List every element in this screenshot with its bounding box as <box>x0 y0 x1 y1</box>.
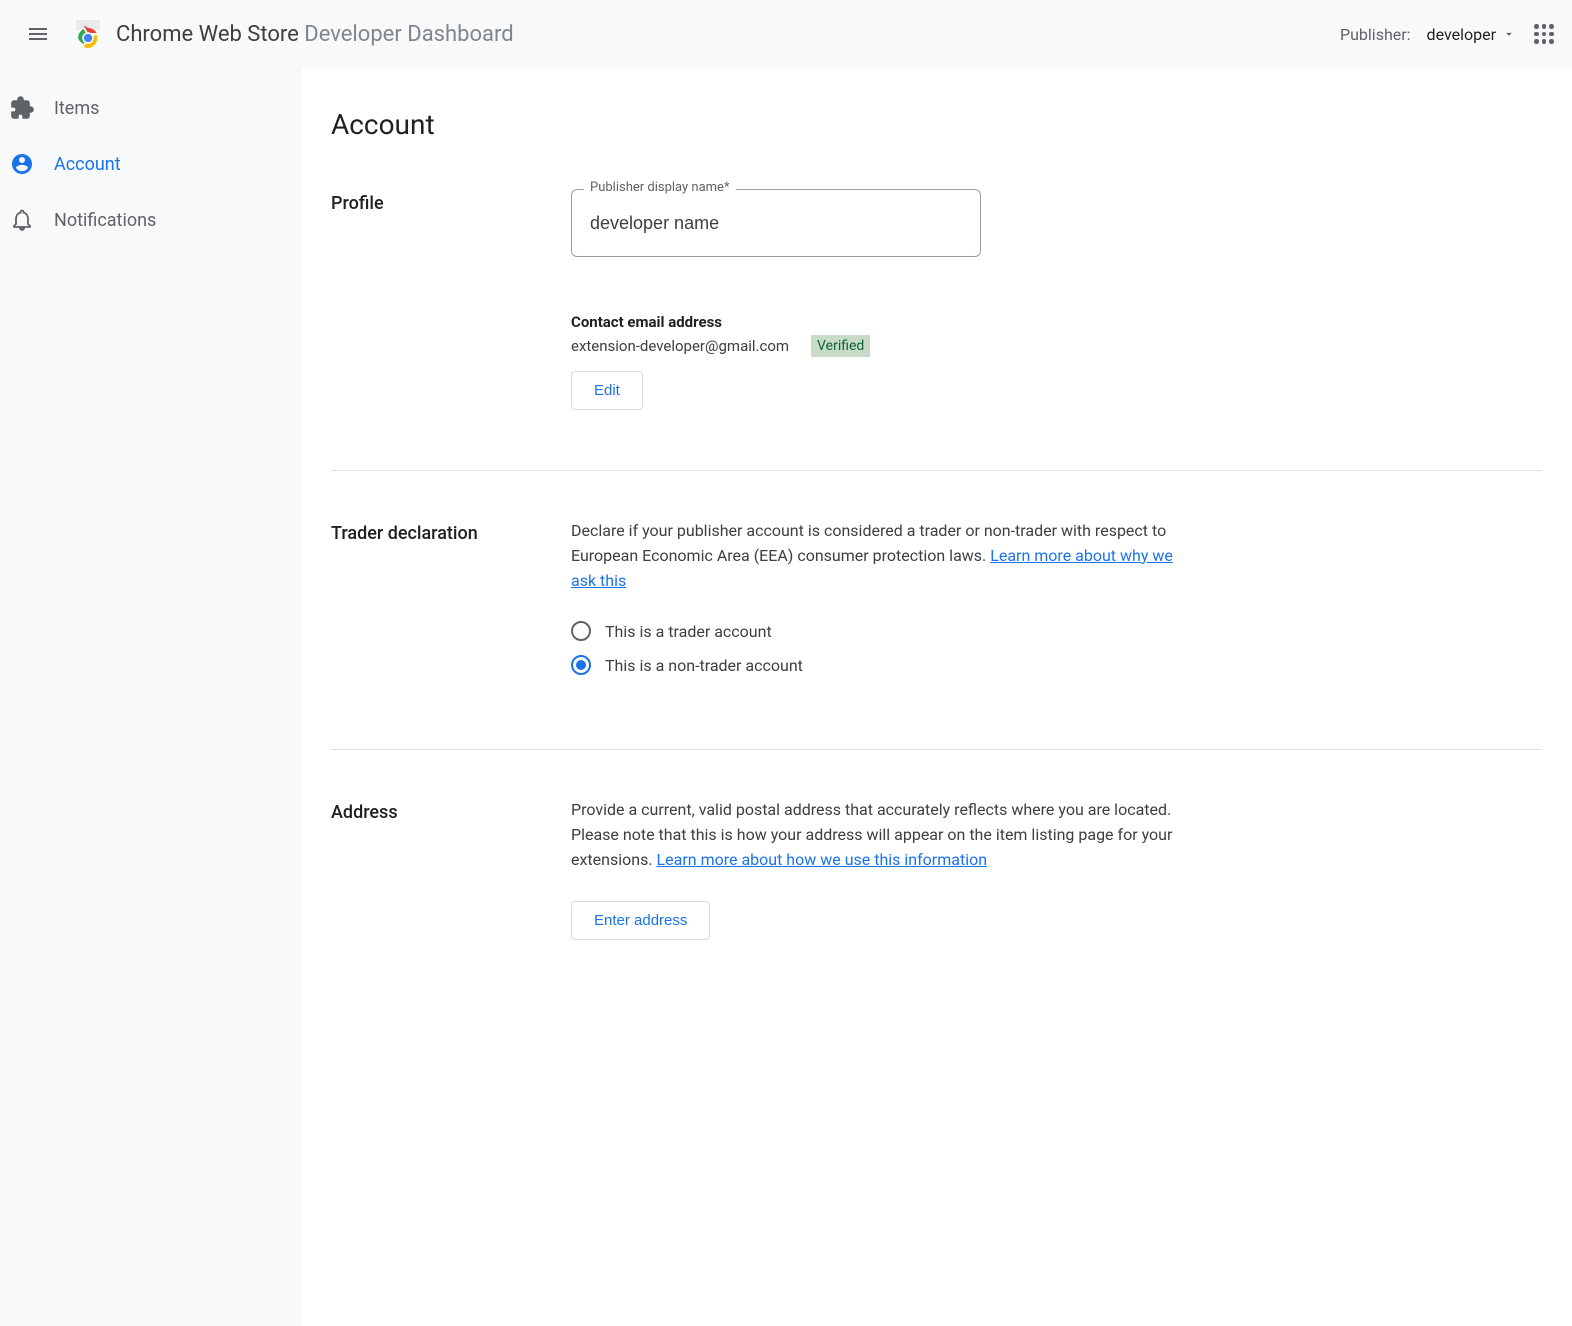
brand: Chrome Web Store Developer Dashboard <box>72 18 514 50</box>
sidebar-item-label: Account <box>54 154 121 175</box>
publisher-display-name-input[interactable] <box>590 213 962 234</box>
sidebar-item-notifications[interactable]: Notifications <box>0 192 300 248</box>
section-label-trader: Trader declaration <box>331 519 571 689</box>
publisher-label: Publisher: <box>1340 25 1411 44</box>
address-learn-more-link[interactable]: Learn more about how we use this informa… <box>657 850 988 869</box>
header-title-strong: Chrome Web Store <box>116 22 299 47</box>
main-content: Account Profile Publisher display name* … <box>300 68 1572 1326</box>
section-profile: Profile Publisher display name* Contact … <box>331 189 1542 471</box>
contact-email-value: extension-developer@gmail.com <box>571 337 789 355</box>
radio-label: This is a trader account <box>605 622 772 641</box>
section-trader-declaration: Trader declaration Declare if your publi… <box>331 519 1542 750</box>
publisher-value: developer <box>1427 25 1496 44</box>
header-title: Chrome Web Store Developer Dashboard <box>116 22 514 47</box>
verified-badge: Verified <box>811 335 870 357</box>
radio-label: This is a non-trader account <box>605 656 803 675</box>
chrome-web-store-icon <box>72 18 104 50</box>
menu-button[interactable] <box>16 12 60 56</box>
publisher-display-name-field[interactable]: Publisher display name* <box>571 189 981 257</box>
hamburger-icon <box>26 22 50 46</box>
address-description: Provide a current, valid postal address … <box>571 798 1191 872</box>
google-apps-button[interactable] <box>1532 22 1556 46</box>
trader-description: Declare if your publisher account is con… <box>571 519 1191 593</box>
account-circle-icon <box>10 152 34 176</box>
enter-address-button[interactable]: Enter address <box>571 901 710 940</box>
caret-down-icon <box>1502 27 1516 41</box>
publisher-display-name-label: Publisher display name* <box>584 180 736 195</box>
sidebar-item-label: Items <box>54 98 99 119</box>
radio-trader-account[interactable]: This is a trader account <box>571 621 1191 641</box>
page-title: Account <box>331 108 1542 141</box>
header-title-light: Developer Dashboard <box>304 22 513 47</box>
publisher-dropdown[interactable]: developer <box>1427 25 1516 44</box>
bell-icon <box>10 208 34 232</box>
edit-email-button[interactable]: Edit <box>571 371 643 410</box>
sidebar-item-items[interactable]: Items <box>0 80 300 136</box>
extension-icon <box>10 96 34 120</box>
section-label-address: Address <box>331 798 571 939</box>
radio-non-trader-account[interactable]: This is a non-trader account <box>571 655 1191 675</box>
section-address: Address Provide a current, valid postal … <box>331 798 1542 939</box>
app-header: Chrome Web Store Developer Dashboard Pub… <box>0 0 1572 68</box>
radio-icon <box>571 655 591 675</box>
radio-icon <box>571 621 591 641</box>
contact-email-label: Contact email address <box>571 313 1191 331</box>
sidebar-item-account[interactable]: Account <box>0 136 300 192</box>
sidebar: Items Account Notifications <box>0 68 300 1326</box>
sidebar-item-label: Notifications <box>54 210 156 231</box>
section-label-profile: Profile <box>331 189 571 410</box>
